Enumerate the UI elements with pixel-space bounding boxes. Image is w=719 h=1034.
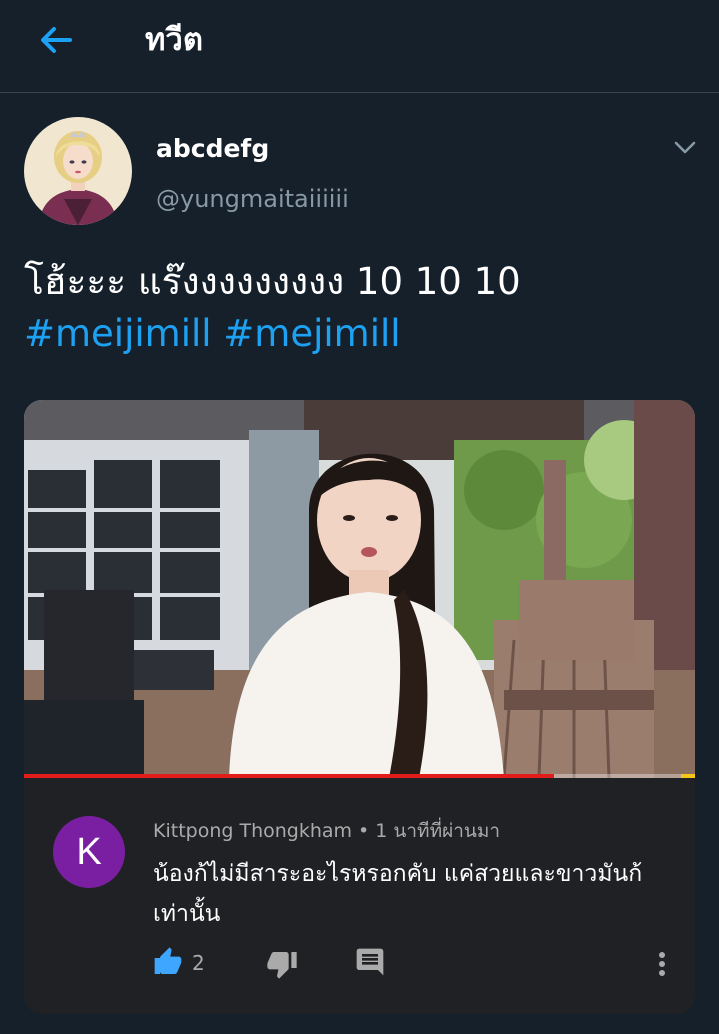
comment-text: น้องก้ไม่มีสาระอะไรหรอกคับ แค่สวยและขาวม… <box>153 861 643 927</box>
reply-icon <box>356 948 384 976</box>
comment-meta: Kittpong Thongkham • 1 นาทีที่ผ่านมา <box>153 818 500 844</box>
thumb-up-icon <box>154 947 182 974</box>
comment-card: K Kittpong Thongkham • 1 นาทีที่ผ่านมา น้อ… <box>24 778 695 1014</box>
tweet-more-button[interactable] <box>669 131 701 163</box>
author-avatar[interactable] <box>24 117 132 225</box>
comment-more-button[interactable] <box>650 948 674 980</box>
tweet-media[interactable]: K Kittpong Thongkham • 1 นาทีที่ผ่านมา น้อ… <box>24 400 695 1014</box>
arrow-left-icon <box>41 27 72 53</box>
like-count: 2 <box>192 951 205 975</box>
author-display-name[interactable]: abcdefg <box>156 133 269 165</box>
video-frame[interactable] <box>24 400 695 778</box>
tweet-body: โฮ้ะะะ แร๊งงงงงงงงง 10 10 10 <box>24 260 521 303</box>
dislike-button[interactable] <box>266 948 298 980</box>
comment-time: 1 นาทีที่ผ่านมา <box>375 820 501 842</box>
video-thumbnail <box>24 400 695 778</box>
commenter-avatar[interactable]: K <box>53 816 125 888</box>
page-title: ทวีต <box>145 22 203 58</box>
meta-separator: • <box>358 820 370 842</box>
thumb-down-icon <box>267 952 297 979</box>
reply-button[interactable] <box>354 946 386 978</box>
like-button[interactable] <box>152 946 184 978</box>
avatar-illustration <box>24 117 132 225</box>
hashtag-link[interactable]: #meijimill <box>24 312 212 355</box>
back-button[interactable] <box>34 18 78 62</box>
chevron-down-icon <box>674 141 696 154</box>
more-vertical-icon <box>659 952 665 976</box>
commenter-name[interactable]: Kittpong Thongkham <box>153 820 352 842</box>
top-app-bar: ทวีต <box>0 0 719 93</box>
tweet-text: โฮ้ะะะ แร๊งงงงงงงงง 10 10 10 #meijimill … <box>24 256 694 360</box>
hashtag-link[interactable]: #mejimill <box>223 312 400 355</box>
author-handle[interactable]: @yungmaitaiiiiii <box>156 183 349 215</box>
